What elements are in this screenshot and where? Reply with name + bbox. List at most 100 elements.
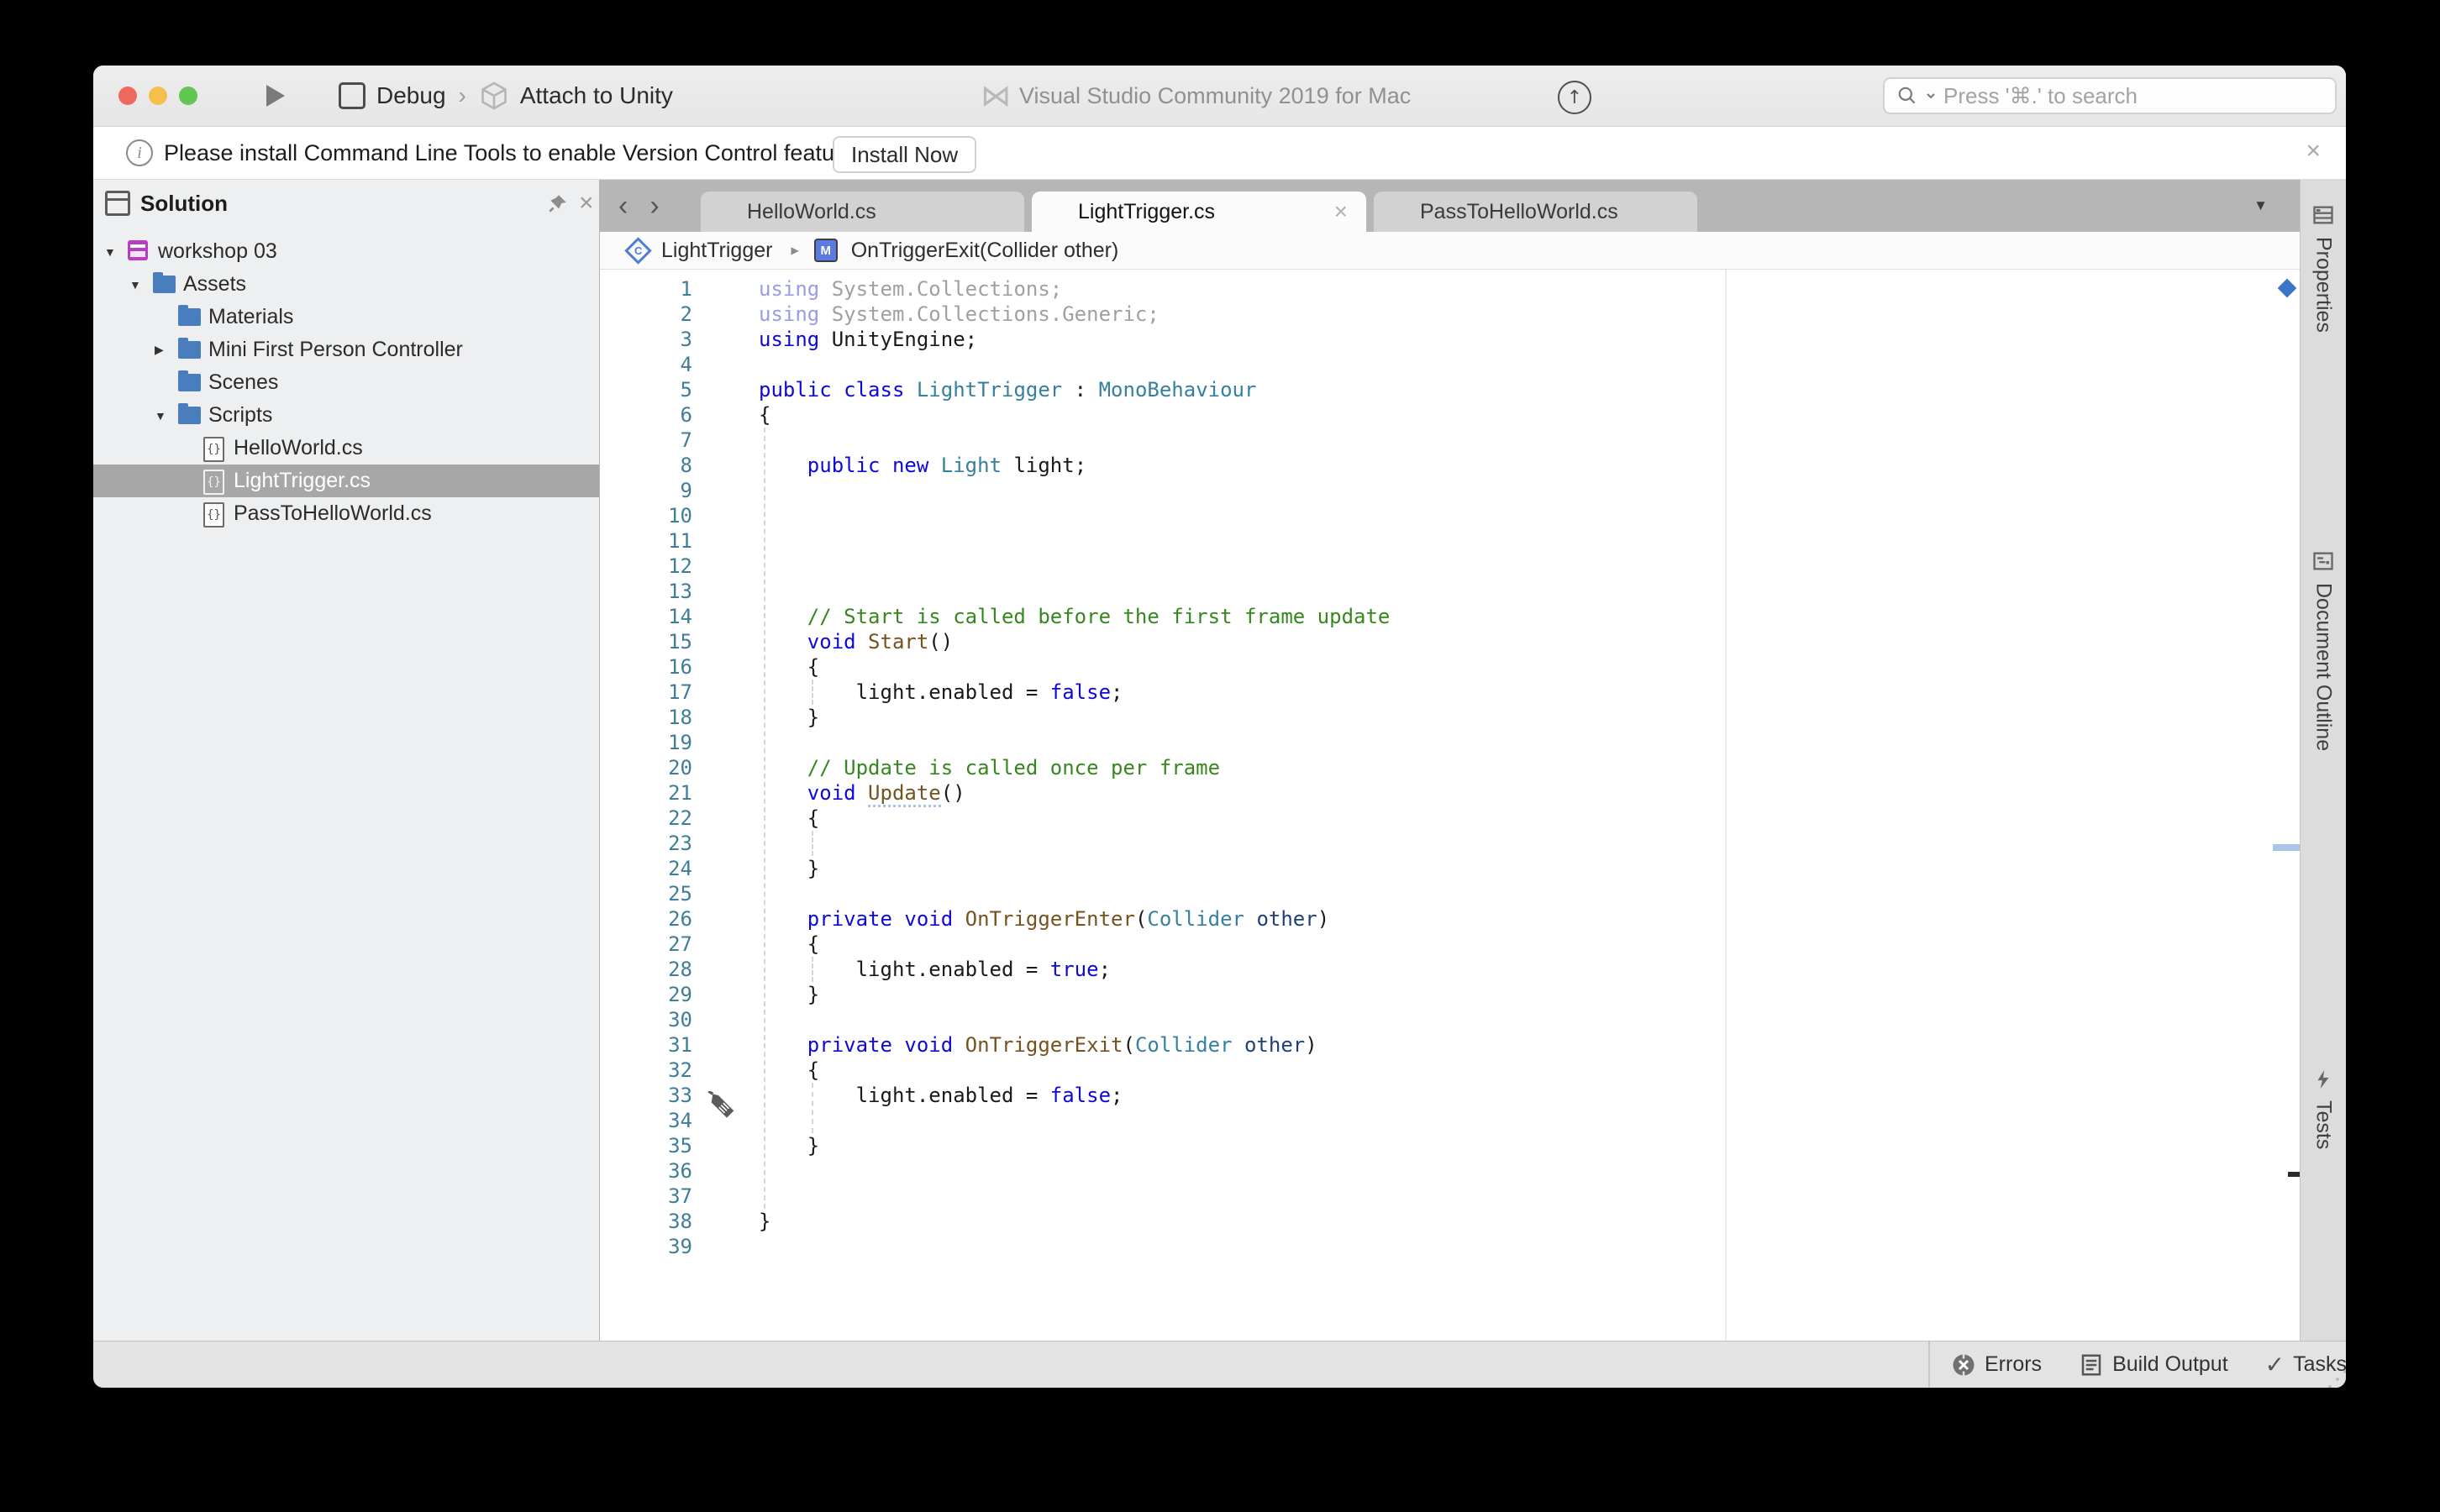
line-number[interactable]: 28	[600, 957, 692, 982]
collapse-icon[interactable]: ▼	[155, 399, 166, 432]
line-number[interactable]: 30	[600, 1007, 692, 1032]
errors-icon	[1953, 1354, 1975, 1375]
line-number[interactable]: 26	[600, 906, 692, 932]
close-pad-icon[interactable]: ×	[579, 189, 594, 218]
line-number[interactable]: 7	[600, 428, 692, 453]
tab-lighttrigger-cs[interactable]: LightTrigger.cs ×	[1032, 192, 1366, 232]
tree-item-label: Scenes	[208, 370, 279, 394]
tab-tests[interactable]: Tests	[2301, 1068, 2346, 1149]
line-number[interactable]: 33	[600, 1083, 692, 1108]
resize-grip[interactable]	[2336, 1378, 2339, 1381]
close-tab-icon[interactable]: ×	[1334, 198, 1348, 225]
solution-pad: Solution × ▼ workshop 03 ▼ Assets Materials ▶…	[93, 180, 600, 1341]
line-number[interactable]: 11	[600, 528, 692, 554]
tree-item-assets[interactable]: ▼ Assets	[93, 268, 599, 301]
tree-item-mini-first-person-controller[interactable]: ▶ Mini First Person Controller	[93, 333, 599, 366]
line-number[interactable]: 27	[600, 932, 692, 957]
tree-item-scripts[interactable]: ▼ Scripts	[93, 399, 599, 432]
search-input[interactable]: Press '⌘.' to search	[1883, 77, 2337, 114]
run-icon[interactable]	[266, 85, 285, 107]
line-number[interactable]: 39	[600, 1234, 692, 1259]
class-icon: C	[624, 236, 652, 265]
code-editor[interactable]: 1 2 3 4 5 6 7 8 9 10 11 12 13 14 15 16 17 18 19 20 21 22 23 24 2…	[600, 270, 2300, 1341]
line-number[interactable]: 18	[600, 705, 692, 730]
line-number[interactable]: 29	[600, 982, 692, 1007]
line-number[interactable]: 32	[600, 1058, 692, 1083]
document-outline-icon	[2313, 552, 2333, 570]
zoom-window-button[interactable]	[179, 87, 197, 105]
install-now-button[interactable]: Install Now	[833, 136, 977, 173]
line-number[interactable]: 37	[600, 1184, 692, 1209]
line-number[interactable]: 19	[600, 730, 692, 755]
line-number[interactable]: 17	[600, 680, 692, 705]
build-output-button[interactable]: Build Output	[2079, 1352, 2228, 1378]
line-number[interactable]: 34	[600, 1108, 692, 1133]
toolbar: Debug › Attach to Unity ⋈ Visual Studio …	[93, 66, 2346, 127]
line-number[interactable]: 38	[600, 1209, 692, 1234]
line-number[interactable]: 12	[600, 554, 692, 579]
line-number[interactable]: 31	[600, 1032, 692, 1058]
csharp-file-icon: {}	[203, 437, 224, 462]
collapse-icon[interactable]: ▼	[104, 235, 116, 268]
line-number[interactable]: 9	[600, 478, 692, 503]
tab-properties[interactable]: Properties	[2301, 203, 2346, 333]
updates-icon[interactable]: ↑	[1558, 81, 1591, 114]
line-number[interactable]: 16	[600, 654, 692, 680]
attach-target-selector[interactable]: Attach to Unity	[520, 82, 673, 109]
line-number[interactable]: 35	[600, 1133, 692, 1158]
line-number[interactable]: 21	[600, 780, 692, 806]
tab-passtohelloworld-cs[interactable]: PassToHelloWorld.cs	[1374, 192, 1697, 232]
line-number[interactable]: 23	[600, 831, 692, 856]
line-number[interactable]: 13	[600, 579, 692, 604]
minimize-window-button[interactable]	[149, 87, 167, 105]
tab-helloworld-cs[interactable]: HelloWorld.cs	[701, 192, 1024, 232]
tree-item-label: Mini First Person Controller	[208, 338, 463, 361]
line-number[interactable]: 25	[600, 881, 692, 906]
line-number[interactable]: 22	[600, 806, 692, 831]
status-bar: Errors Build Output ✓ Tasks	[93, 1341, 2346, 1388]
line-number[interactable]: 4	[600, 352, 692, 377]
line-number[interactable]: 15	[600, 629, 692, 654]
breadcrumb-class[interactable]: LightTrigger	[661, 239, 772, 263]
tab-list-dropdown-icon[interactable]: ▼	[2253, 180, 2268, 232]
close-notification-icon[interactable]: ×	[2306, 139, 2321, 164]
expand-icon[interactable]: ▶	[155, 333, 164, 366]
tree-item-materials[interactable]: Materials	[93, 301, 599, 333]
line-number[interactable]: 24	[600, 856, 692, 881]
tree-item-passtohelloworld-cs[interactable]: {} PassToHelloWorld.cs	[93, 497, 599, 530]
solution-pad-header: Solution ×	[93, 180, 599, 227]
tab-document-outline[interactable]: Document Outline	[2301, 549, 2346, 751]
line-number[interactable]: 1	[600, 276, 692, 302]
line-number[interactable]: 36	[600, 1158, 692, 1184]
configuration-selector[interactable]: Debug	[376, 82, 446, 109]
line-number[interactable]: 8	[600, 453, 692, 478]
code-line: private void OnTriggerEnter(Collider oth…	[807, 907, 1330, 931]
line-number[interactable]: 20	[600, 755, 692, 780]
line-number[interactable]: 6	[600, 402, 692, 428]
tree-item-helloworld-cs[interactable]: {} HelloWorld.cs	[93, 432, 599, 465]
line-number[interactable]: 10	[600, 503, 692, 528]
chevron-separator: ›	[458, 82, 466, 108]
line-number[interactable]: 2	[600, 302, 692, 327]
line-number[interactable]: 5	[600, 377, 692, 402]
pin-icon[interactable]	[547, 192, 569, 214]
navigate-forward-icon[interactable]: ›	[649, 190, 659, 223]
line-number[interactable]: 14	[600, 604, 692, 629]
collapse-icon[interactable]: ▼	[129, 268, 141, 301]
line-number[interactable]: 3	[600, 327, 692, 352]
folder-icon	[178, 370, 201, 391]
breadcrumb-method[interactable]: OnTriggerExit(Collider other)	[851, 239, 1119, 263]
code-line: // Update is called once per frame	[807, 756, 1221, 780]
errors-button[interactable]: Errors	[1951, 1352, 2042, 1378]
navigate-back-icon[interactable]: ‹	[618, 190, 628, 223]
tree-item-workshop-03[interactable]: ▼ workshop 03	[93, 235, 599, 268]
code-line: private void OnTriggerExit(Collider othe…	[807, 1033, 1317, 1057]
close-window-button[interactable]	[118, 87, 137, 105]
tree-item-lighttrigger-cs[interactable]: {} LightTrigger.cs	[93, 465, 599, 497]
tasks-button[interactable]: ✓ Tasks	[2265, 1351, 2346, 1378]
tree-item-scenes[interactable]: Scenes	[93, 366, 599, 399]
